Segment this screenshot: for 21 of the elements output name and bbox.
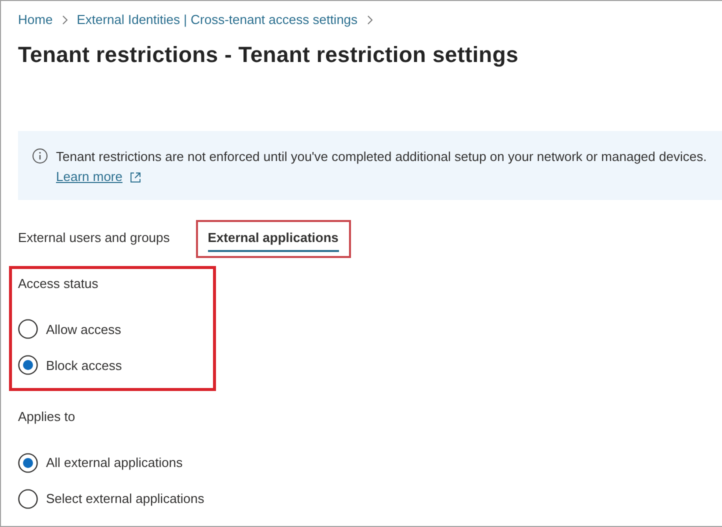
radio-button[interactable] <box>18 452 38 473</box>
section-label: Applies to <box>18 408 76 426</box>
option-label: Block access <box>46 356 122 375</box>
info-message: Tenant restrictions are not enforced until you've completed additional setup on your network or managed devices. Learn more <box>56 148 707 186</box>
radio-button[interactable] <box>18 319 38 340</box>
external-link-icon <box>130 172 142 183</box>
option-label: Select external applications <box>46 490 204 508</box>
radio-button[interactable] <box>18 355 38 376</box>
page-title: Tenant restrictions - Tenant restriction settings <box>18 42 520 68</box>
learn-more-link[interactable]: Learn more <box>56 168 122 184</box>
radio-button[interactable] <box>18 488 38 509</box>
option-label: All external applications <box>46 454 183 472</box>
breadcrumb-link[interactable]: Home <box>18 10 53 30</box>
info-icon <box>32 148 48 164</box>
chevron-icon <box>366 15 374 25</box>
option-label: Allow access <box>46 320 122 339</box>
tab[interactable]: External applications <box>196 220 351 258</box>
section-label: Access status <box>18 274 100 293</box>
breadcrumb-link[interactable]: External Identities | Cross-tenant access settings <box>76 10 358 30</box>
tab[interactable]: External users and groups <box>6 220 182 258</box>
chevron-icon <box>60 15 69 25</box>
